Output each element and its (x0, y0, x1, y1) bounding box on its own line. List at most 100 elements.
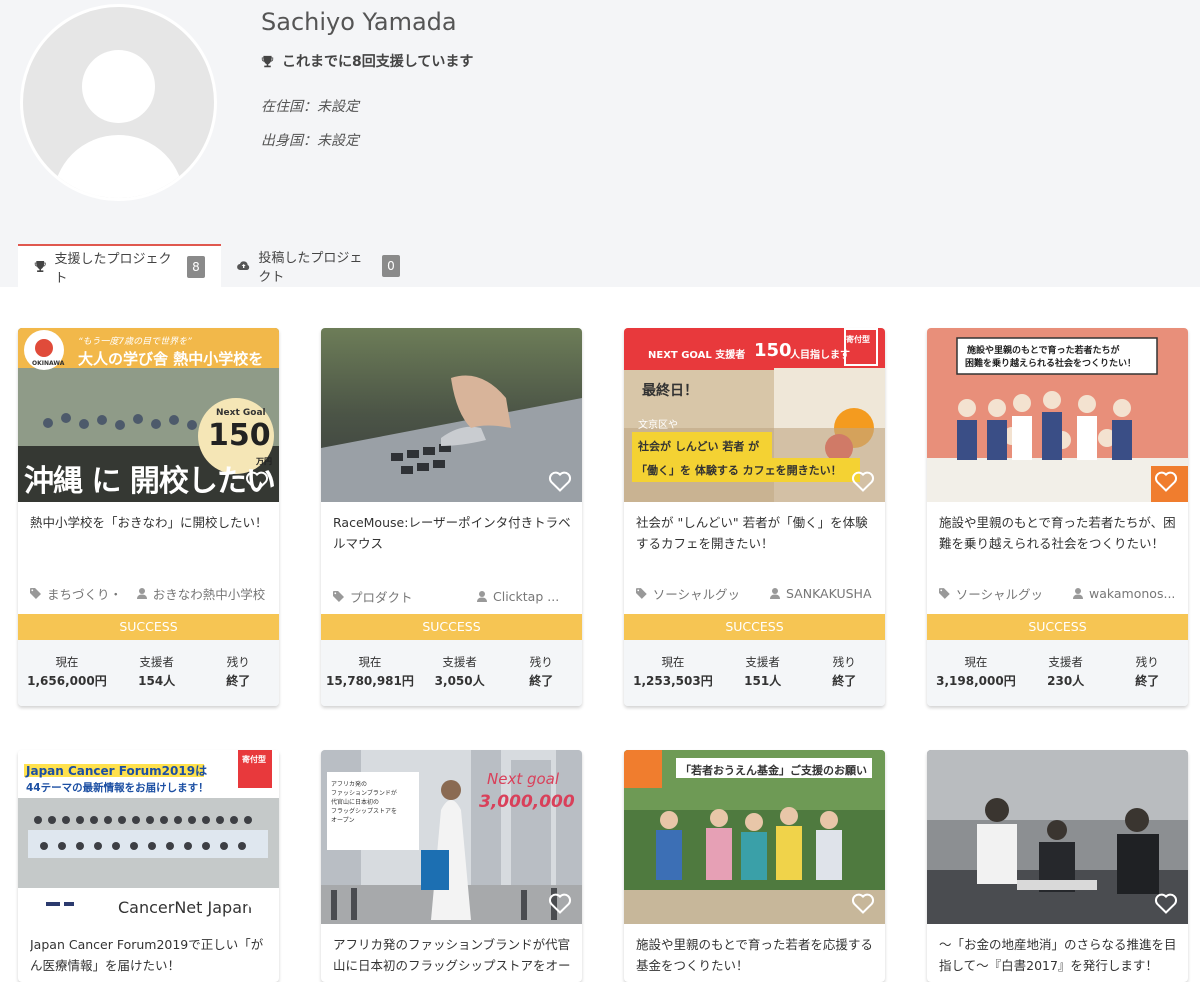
tab-supported-projects[interactable]: 支援したプロジェクト 8 (18, 244, 221, 287)
heart-icon[interactable] (548, 470, 572, 492)
support-count-text: これまでに8回支援しています (282, 54, 474, 70)
heart-icon[interactable] (851, 470, 875, 492)
project-stats: 現在 1,253,503円 支援者 151人 残り 終了 (624, 640, 885, 706)
trophy-icon (261, 55, 274, 67)
project-card[interactable]: RaceMouse:レーザーポインタ付きトラベルマウス プロダクト Clickt… (321, 328, 582, 706)
status-badge: SUCCESS (624, 614, 885, 640)
stat-value: 151人 (744, 674, 782, 688)
owner-name: Clicktap ... (493, 588, 560, 604)
project-thumbnail[interactable]: OKINAWA “もう一度7歳の目で世界を” 大人の学び舎 熱中小学校を Nex… (18, 328, 279, 502)
thumbnail-kifu-label: 寄付型 (242, 755, 266, 764)
project-meta: ソーシャルグッ SANKAKUSHA (636, 584, 881, 602)
stat-label: 現在 (661, 655, 685, 669)
project-title[interactable]: 社会が "しんどい" 若者が「働く」を体験するカフェを開きたい！ (636, 512, 876, 556)
category[interactable]: プロダクト (333, 587, 437, 606)
stat-current: 現在 3,198,000円 (927, 640, 1025, 706)
thumbnail-bubble-line2: 困難を乗り越えられる社会をつくりたい！ (965, 359, 1137, 369)
owner-name: おきなわ熱中小学校 (152, 586, 266, 602)
stat-current: 現在 1,253,503円 (624, 640, 722, 706)
tab-label: 支援したプロジェクト (54, 251, 172, 286)
project-meta: ソーシャルグッ wakamonos... (939, 584, 1184, 602)
stat-remaining: 残り 終了 (803, 640, 885, 706)
project-thumbnail[interactable] (321, 328, 582, 502)
thumbnail-banner: 沖縄 に 開校したい (24, 464, 276, 499)
avatar-head (82, 50, 155, 123)
heart-icon[interactable] (245, 470, 269, 492)
tab-count-badge: 0 (382, 254, 400, 277)
category-label: ソーシャルグッ (652, 586, 740, 602)
stat-value: 終了 (529, 674, 554, 688)
owner[interactable]: SANKAKUSHA (770, 586, 880, 601)
thumbnail-goal-label: Next Goal (216, 408, 266, 418)
owner[interactable]: Clicktap ... (477, 589, 577, 604)
owner[interactable]: wakamonos... (1073, 586, 1183, 601)
tab-posted-projects[interactable]: 投稿したプロジェクト 0 (221, 244, 416, 287)
project-card[interactable]: 〜「お金の地産地消」のさらなる推進を目指して〜『白書2017』を発行します！ (927, 750, 1188, 982)
project-thumbnail[interactable]: 施設や里親のもとで育った若者たちが 困難を乗り越えられる社会をつくりたい！ (927, 328, 1188, 502)
thumbnail-box-text: アフリカ発の ファッションブランドが 代官山に日本初の フラッグシップストアを … (331, 780, 397, 825)
heart-icon[interactable] (1154, 470, 1178, 492)
stat-backers: 支援者 154人 (116, 640, 198, 706)
project-thumbnail[interactable]: NEXT GOAL 支援者 150 人目指します 寄付型 最終日！ 文京区や 社… (624, 328, 885, 502)
stat-value: 230人 (1047, 674, 1085, 688)
project-card[interactable]: OKINAWA “もう一度7歳の目で世界を” 大人の学び舎 熱中小学校を Nex… (18, 328, 279, 706)
category[interactable]: ソーシャルグッ (939, 584, 1043, 603)
project-card[interactable]: Japan Cancer Forum2019は 44テーマの最新情報をお届けしま… (18, 750, 279, 982)
project-title[interactable]: 熱中小学校を「おきなわ」に開校したい！ (30, 512, 270, 556)
heart-icon[interactable] (851, 892, 875, 914)
project-thumbnail[interactable]: Japan Cancer Forum2019は 44テーマの最新情報をお届けしま… (18, 750, 279, 924)
project-title[interactable]: 〜「お金の地産地消」のさらなる推進を目指して〜『白書2017』を発行します！ (939, 934, 1179, 978)
stat-current: 現在 1,656,000円 (18, 640, 116, 706)
origin-text: 出身国：未設定 (261, 133, 359, 149)
profile-name: Sachiyo Yamada (261, 8, 457, 36)
project-card[interactable]: 「若者おうえん基金」ご支援のお願い 施設や里親のもとで育った若者を応援する基金を… (624, 750, 885, 982)
thumbnail-goal-count: 150 (754, 340, 792, 361)
stat-backers: 支援者 230人 (1025, 640, 1107, 706)
user-icon (770, 587, 780, 599)
project-title[interactable]: RaceMouse:レーザーポインタ付きトラベルマウス (333, 512, 573, 556)
project-card[interactable]: NEXT GOAL 支援者 150 人目指します 寄付型 最終日！ 文京区や 社… (624, 328, 885, 706)
project-thumbnail[interactable]: アフリカ発の ファッションブランドが 代官山に日本初の フラッグシップストアを … (321, 750, 582, 924)
project-title[interactable]: Japan Cancer Forum2019で正しい「がん医療情報」を届けたい！ (30, 934, 270, 978)
project-title[interactable]: アフリカ発のファッションブランドが代官山に日本初のフラッグシップストアをオープン (333, 934, 573, 978)
tag-icon (939, 587, 950, 599)
project-meta: まちづくり・ おきなわ熱中小学校 (30, 584, 275, 602)
cloud-upload-icon (237, 260, 250, 270)
project-tabs: 支援したプロジェクト 8 投稿したプロジェクト 0 (18, 244, 416, 287)
category[interactable]: まちづくり・ (30, 584, 133, 603)
thumbnail-box-line: アフリカ発の (331, 781, 368, 788)
category[interactable]: ソーシャルグッ (636, 584, 740, 603)
stat-label: 残り (832, 655, 856, 669)
thumbnail-goal-suffix: 人目指します (790, 350, 850, 361)
tag-icon (333, 590, 344, 602)
project-meta: プロダクト Clicktap ... (333, 587, 578, 605)
user-icon (1073, 587, 1083, 599)
stat-label: 現在 (55, 655, 79, 669)
stat-label: 残り (529, 655, 553, 669)
stat-value: 終了 (226, 674, 251, 688)
stat-remaining: 残り 終了 (1106, 640, 1188, 706)
thumbnail-line2: 44テーマの最新情報をお届けします！ (26, 782, 209, 794)
project-title[interactable]: 施設や里親のもとで育った若者を応援する基金をつくりたい！ (636, 934, 876, 978)
stat-value: 終了 (832, 674, 857, 688)
heart-icon[interactable] (1154, 892, 1178, 914)
project-card[interactable]: 施設や里親のもとで育った若者たちが 困難を乗り越えられる社会をつくりたい！ 施設… (927, 328, 1188, 706)
stat-value: 1,253,503円 (633, 674, 713, 688)
heart-icon[interactable] (548, 892, 572, 914)
heart-icon[interactable] (245, 892, 269, 914)
tab-label: 投稿したプロジェクト (258, 250, 363, 285)
project-thumbnail[interactable]: 「若者おうえん基金」ご支援のお願い (624, 750, 885, 924)
stat-value: 1,656,000円 (27, 674, 107, 688)
thumbnail-headline: 大人の学び舎 熱中小学校を (78, 350, 264, 368)
project-title[interactable]: 施設や里親のもとで育った若者たちが、困難を乗り越えられる社会をつくりたい！ (939, 512, 1179, 556)
owner[interactable]: おきなわ熱中小学校 (136, 584, 275, 603)
project-card[interactable]: アフリカ発の ファッションブランドが 代官山に日本初の フラッグシップストアを … (321, 750, 582, 982)
thumbnail-box-line: 代官山に日本初の (331, 799, 380, 806)
thumbnail-bubble-line1: 施設や里親のもとで育った若者たちが (967, 346, 1120, 356)
owner-name: SANKAKUSHA (786, 585, 872, 601)
thumbnail-kifu-label: 寄付型 (846, 335, 870, 344)
project-thumbnail[interactable] (927, 750, 1188, 924)
avatar (20, 4, 217, 201)
owner-name: wakamonos... (1089, 585, 1176, 601)
stat-value: 3,050人 (434, 674, 485, 688)
